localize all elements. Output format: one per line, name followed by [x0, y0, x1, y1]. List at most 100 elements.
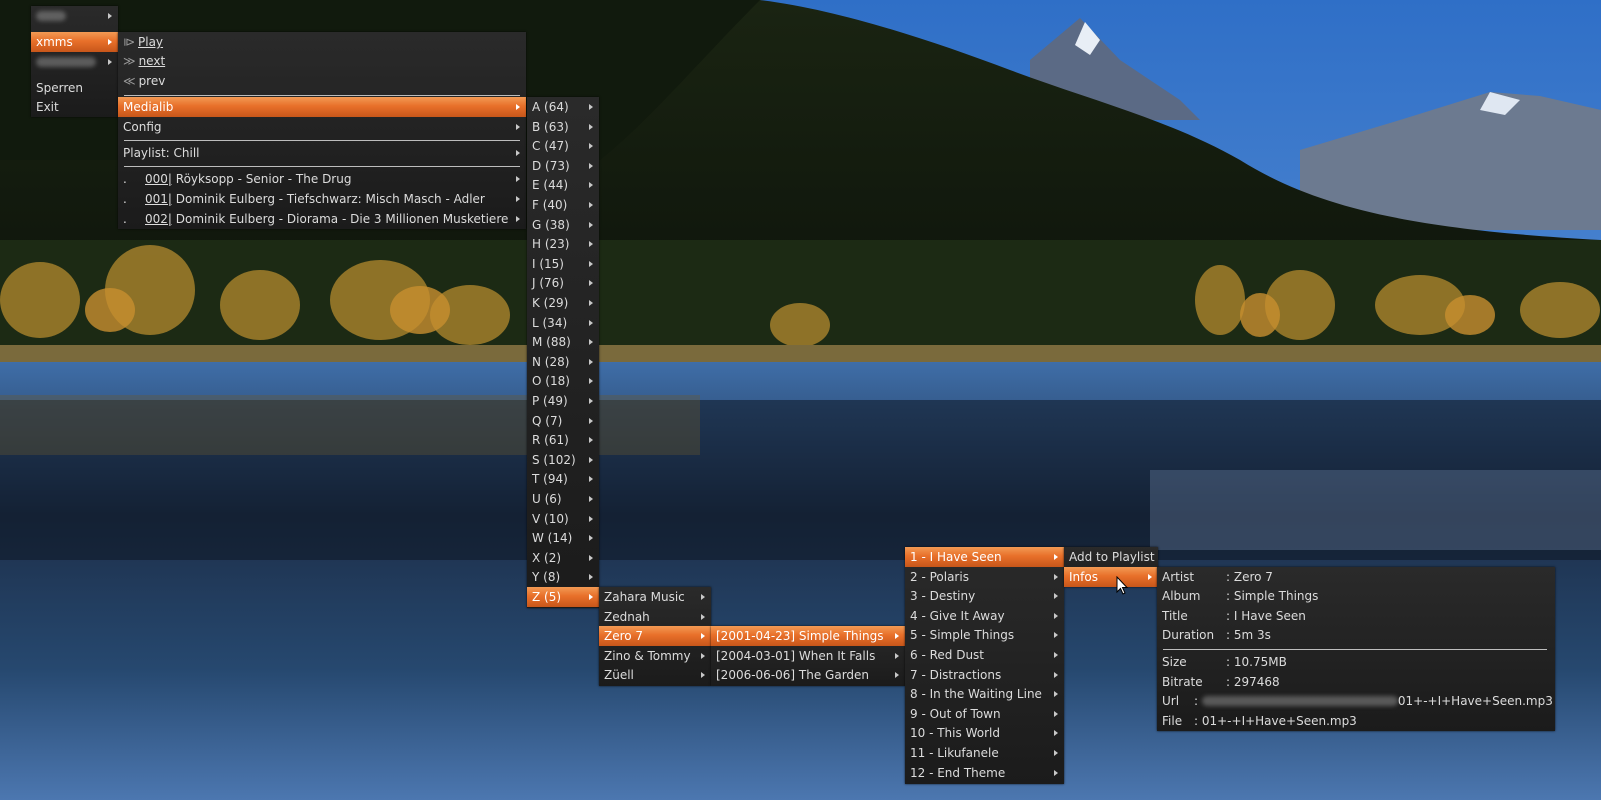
root-menu: xmms Sperren Exit — [31, 6, 118, 117]
letter-item[interactable]: T (94) — [527, 469, 599, 489]
next-item[interactable]: ≫ next — [118, 51, 526, 71]
track-item[interactable]: 3 - Destiny — [905, 586, 1064, 606]
submenu-arrow-icon — [589, 457, 593, 463]
info-key: Url — [1162, 694, 1180, 708]
playlist-track-item[interactable]: . 000| Röyksopp - Senior - The Drug — [118, 169, 526, 189]
letter-item[interactable]: U (6) — [527, 489, 599, 509]
add-to-playlist-label: Add to Playlist — [1069, 550, 1155, 564]
artist-item[interactable]: Zahara Music — [599, 587, 711, 607]
letter-item[interactable]: A (64) — [527, 97, 599, 117]
track-item[interactable]: 5 - Simple Things — [905, 625, 1064, 645]
letter-item[interactable]: Z (5) — [527, 587, 599, 607]
letter-item[interactable]: J (76) — [527, 273, 599, 293]
track-item[interactable]: 6 - Red Dust — [905, 645, 1064, 665]
config-item[interactable]: Config — [118, 117, 526, 137]
play-item[interactable]: ⧐ Play — [118, 32, 526, 52]
artist-item[interactable]: Zino & Tommy — [599, 646, 711, 666]
letter-item[interactable]: I (15) — [527, 254, 599, 274]
root-menu-item-label: Exit — [36, 100, 59, 114]
letter-item[interactable]: R (61) — [527, 430, 599, 450]
info-key: Size — [1162, 655, 1187, 669]
info-duration: Duration: 5m 3s — [1157, 625, 1555, 645]
letter-item[interactable]: X (2) — [527, 548, 599, 568]
letter-label: D (73) — [532, 159, 570, 173]
letter-item[interactable]: Y (8) — [527, 567, 599, 587]
track-label: 7 - Distractions — [910, 668, 1002, 682]
letter-item[interactable]: B (63) — [527, 117, 599, 137]
letter-item[interactable]: L (34) — [527, 313, 599, 333]
letter-item[interactable]: S (102) — [527, 450, 599, 470]
letter-item[interactable]: E (44) — [527, 175, 599, 195]
letter-item[interactable]: W (14) — [527, 528, 599, 548]
root-menu-item-sperren[interactable]: Sperren — [31, 78, 118, 98]
root-menu-item-blurred-1[interactable] — [31, 6, 118, 26]
letter-label: P (49) — [532, 394, 568, 408]
track-item[interactable]: 9 - Out of Town — [905, 704, 1064, 724]
infos-item[interactable]: Infos — [1064, 567, 1158, 587]
submenu-arrow-icon — [701, 653, 705, 659]
letter-label: T (94) — [532, 472, 568, 486]
config-label: Config — [123, 120, 162, 134]
letter-item[interactable]: G (38) — [527, 215, 599, 235]
info-value: : 297468 — [1226, 675, 1280, 689]
root-menu-item-xmms[interactable]: xmms — [31, 32, 118, 52]
track-item[interactable]: 11 - Likufanele — [905, 743, 1064, 763]
album-item[interactable]: [2001-04-23] Simple Things — [711, 626, 905, 646]
track-actions-menu: Add to Playlist Infos — [1064, 547, 1158, 587]
submenu-arrow-icon — [1054, 672, 1058, 678]
letter-item[interactable]: O (18) — [527, 371, 599, 391]
letter-item[interactable]: K (29) — [527, 293, 599, 313]
submenu-arrow-icon — [589, 555, 593, 561]
submenu-arrow-icon — [589, 574, 593, 580]
artist-item[interactable]: Zero 7 — [599, 626, 711, 646]
letter-item[interactable]: H (23) — [527, 234, 599, 254]
album-item[interactable]: [2004-03-01] When It Falls — [711, 646, 905, 666]
submenu-arrow-icon — [589, 339, 593, 345]
track-item[interactable]: 4 - Give It Away — [905, 606, 1064, 626]
playlist-track-item[interactable]: . 001| Dominik Eulberg - Tiefschwarz: Mis… — [118, 189, 526, 209]
letter-item[interactable]: N (28) — [527, 352, 599, 372]
artist-item[interactable]: Züell — [599, 665, 711, 685]
info-value: : Zero 7 — [1226, 570, 1273, 584]
album-label: [2006-06-06] The Garden — [716, 668, 870, 682]
info-value: : Simple Things — [1226, 589, 1319, 603]
submenu-arrow-icon — [1054, 632, 1058, 638]
play-icon: ⧐ — [123, 35, 135, 49]
medialib-item[interactable]: Medialib — [118, 97, 526, 117]
letter-item[interactable]: P (49) — [527, 391, 599, 411]
track-item[interactable]: 8 - In the Waiting Line — [905, 684, 1064, 704]
letter-item[interactable]: Q (7) — [527, 411, 599, 431]
album-label: [2001-04-23] Simple Things — [716, 629, 884, 643]
medialib-label: Medialib — [123, 100, 174, 114]
letter-label: E (44) — [532, 178, 569, 192]
play-label: Play — [138, 35, 164, 49]
album-tracks-menu: 1 - I Have Seen 2 - Polaris 3 - Destiny 4 -… — [905, 547, 1064, 784]
letter-item[interactable]: C (47) — [527, 136, 599, 156]
track-item[interactable]: 2 - Polaris — [905, 567, 1064, 587]
root-menu-item-blurred-2[interactable] — [31, 52, 118, 72]
track-title: Röyksopp - Senior - The Drug — [175, 172, 352, 186]
artist-item[interactable]: Zednah — [599, 607, 711, 627]
track-item[interactable]: 10 - This World — [905, 723, 1064, 743]
track-item[interactable]: 7 - Distractions — [905, 665, 1064, 685]
letter-item[interactable]: F (40) — [527, 195, 599, 215]
info-key: Title — [1162, 609, 1188, 623]
info-key: Duration — [1162, 628, 1215, 642]
playlist-item[interactable]: Playlist: Chill — [118, 143, 526, 163]
letter-item[interactable]: M (88) — [527, 332, 599, 352]
artist-label: Zero 7 — [604, 629, 644, 643]
track-item[interactable]: 12 - End Theme — [905, 763, 1064, 783]
letter-item[interactable]: V (10) — [527, 509, 599, 529]
submenu-arrow-icon — [589, 437, 593, 443]
album-item[interactable]: [2006-06-06] The Garden — [711, 665, 905, 685]
submenu-arrow-icon — [895, 653, 899, 659]
prev-item[interactable]: ≪ prev — [118, 71, 526, 91]
add-to-playlist-item[interactable]: Add to Playlist — [1064, 547, 1158, 567]
letter-item[interactable]: D (73) — [527, 156, 599, 176]
playlist-track-item[interactable]: . 002| Dominik Eulberg - Diorama - Die 3 … — [118, 209, 526, 229]
submenu-arrow-icon — [589, 222, 593, 228]
root-menu-item-exit[interactable]: Exit — [31, 97, 118, 117]
letter-label: I (15) — [532, 257, 564, 271]
letter-label: M (88) — [532, 335, 571, 349]
track-item[interactable]: 1 - I Have Seen — [905, 547, 1064, 567]
